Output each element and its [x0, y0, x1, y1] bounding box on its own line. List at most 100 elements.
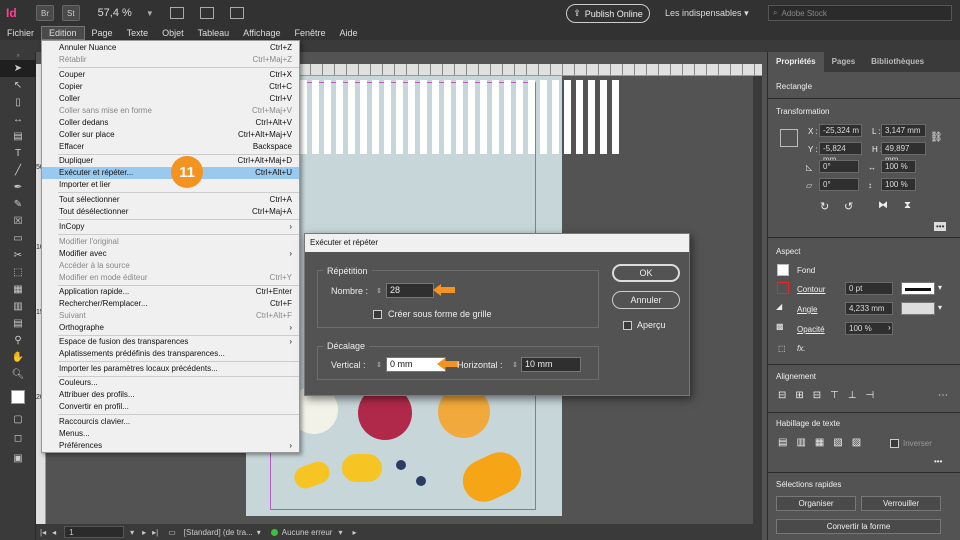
- more-options-icon[interactable]: •••: [934, 222, 947, 231]
- screen-mode-icon[interactable]: [199, 7, 214, 19]
- tab-pages[interactable]: Pages: [824, 52, 864, 72]
- angle-label[interactable]: Angle: [797, 305, 817, 314]
- preflight-dropdown-icon[interactable]: ▾: [338, 528, 342, 537]
- contour-label[interactable]: Contour: [797, 285, 825, 294]
- align-buttons-icon[interactable]: ⊟⊞⊟⊤⊥⊣: [778, 390, 883, 401]
- scissors-tool-icon[interactable]: ✂: [0, 247, 36, 264]
- flip-vertical-icon[interactable]: ⧗: [904, 200, 911, 211]
- pen-tool-icon[interactable]: ✒: [0, 179, 36, 196]
- gradient-feather-tool-icon[interactable]: ▥: [0, 298, 36, 315]
- menu-item-rechercher-remplacer[interactable]: Rechercher/Remplacer... Ctrl+F: [42, 298, 299, 310]
- fill-stroke-swatch-icon[interactable]: [0, 383, 36, 411]
- menu-item-coller-dedans[interactable]: Coller dedans Ctrl+Alt+V: [42, 117, 299, 129]
- opacity-label[interactable]: Opacité: [797, 325, 825, 334]
- horizontal-spinner-icon[interactable]: ⇕: [510, 357, 520, 372]
- rectangle-frame-tool-icon[interactable]: ☒: [0, 213, 36, 230]
- menu-item-espace-fusion[interactable]: Espace de fusion des transparences ›: [42, 336, 299, 348]
- next-page-icon[interactable]: ▸: [142, 528, 146, 537]
- y-field[interactable]: -5,824 mm: [819, 142, 862, 164]
- menu-item-effacer[interactable]: Effacer Backspace: [42, 141, 299, 153]
- hand-tool-icon[interactable]: ✋: [0, 349, 36, 366]
- rotate-cw-icon[interactable]: ↻: [820, 200, 829, 213]
- first-page-icon[interactable]: |◂: [40, 528, 46, 537]
- style-dropdown-icon[interactable]: ▾: [257, 528, 261, 537]
- grid-checkbox[interactable]: [373, 310, 382, 319]
- menu-item-importer-parametres[interactable]: Importer les paramètres locaux précédent…: [42, 363, 299, 375]
- opacity-menu-icon[interactable]: ›: [888, 323, 891, 332]
- zoom-tool-icon[interactable]: 🔍︎: [0, 366, 36, 383]
- workspace-switcher[interactable]: Les indispensables ▾: [665, 8, 749, 19]
- corner-size-field[interactable]: 4,233 mm: [845, 302, 893, 315]
- menu-texte[interactable]: Texte: [120, 26, 156, 40]
- width-field[interactable]: 3,147 mm: [881, 124, 926, 137]
- page-dropdown-icon[interactable]: ▾: [130, 528, 134, 537]
- menu-objet[interactable]: Objet: [155, 26, 191, 40]
- menu-fichier[interactable]: Fichier: [0, 26, 41, 40]
- content-collector-icon[interactable]: ▤: [0, 128, 36, 145]
- page-number-field[interactable]: 1: [64, 526, 125, 538]
- rotation-field[interactable]: 0°: [819, 160, 859, 173]
- pencil-tool-icon[interactable]: ✎: [0, 196, 36, 213]
- menu-item-raccourcis[interactable]: Raccourcis clavier...: [42, 416, 299, 428]
- stroke-swatch-icon[interactable]: [777, 282, 789, 294]
- tools-collapse-icon[interactable]: »: [0, 52, 36, 60]
- menu-item-annuler[interactable]: Annuler Nuance Ctrl+Z: [42, 42, 299, 54]
- menu-affichage[interactable]: Affichage: [236, 26, 287, 40]
- menu-item-modifier-avec[interactable]: Modifier avec ›: [42, 248, 299, 260]
- menu-item-importer-et-lier[interactable]: Importer et lier: [42, 179, 299, 191]
- rotate-ccw-icon[interactable]: ↺: [844, 200, 853, 213]
- vertical-scrollbar[interactable]: [753, 76, 762, 524]
- menu-item-attribuer-profils[interactable]: Attribuer des profils...: [42, 389, 299, 401]
- prev-page-icon[interactable]: ◂: [52, 528, 56, 537]
- menu-item-orthographe[interactable]: Orthographe ›: [42, 322, 299, 334]
- line-tool-icon[interactable]: ╱: [0, 162, 36, 179]
- x-field[interactable]: -25,324 m: [819, 124, 862, 137]
- stroke-type-preview[interactable]: [901, 282, 935, 295]
- stroke-weight-field[interactable]: 0 pt: [845, 282, 893, 295]
- height-field[interactable]: 49,897 mm: [881, 142, 926, 164]
- corner-type-preview[interactable]: [901, 302, 935, 315]
- fx-button[interactable]: fx.: [797, 344, 805, 353]
- nombre-input[interactable]: 28: [386, 283, 434, 298]
- wrap-more-icon[interactable]: •••: [934, 457, 942, 466]
- screen-mode-tool-icon[interactable]: ▣: [0, 448, 36, 468]
- adobe-stock-search[interactable]: ⌕ Adobe Stock: [768, 5, 952, 21]
- inverse-checkbox[interactable]: [890, 439, 899, 448]
- menu-item-couper[interactable]: Couper Ctrl+X: [42, 69, 299, 81]
- reference-point-icon[interactable]: [780, 129, 798, 147]
- verrouiller-button[interactable]: Verrouiller: [861, 496, 941, 511]
- eyedropper-tool-icon[interactable]: ⚲: [0, 332, 36, 349]
- arrange-documents-icon[interactable]: [229, 7, 244, 19]
- menu-edition[interactable]: Edition: [41, 26, 85, 40]
- constrain-proportions-icon[interactable]: ⛓: [930, 132, 943, 143]
- note-tool-icon[interactable]: ▤: [0, 315, 36, 332]
- menu-item-application-rapide[interactable]: Application rapide... Ctrl+Enter: [42, 286, 299, 298]
- stroke-type-dropdown-icon[interactable]: ▾: [938, 283, 942, 292]
- menu-item-preferences[interactable]: Préférences ›: [42, 440, 299, 452]
- view-options-icon[interactable]: [169, 7, 184, 19]
- preflight-status[interactable]: Aucune erreur: [282, 528, 333, 537]
- stock-button[interactable]: St: [62, 5, 80, 21]
- page-tool-icon[interactable]: ▯: [0, 94, 36, 111]
- last-page-icon[interactable]: ▸|: [152, 528, 158, 537]
- rectangle-tool-icon[interactable]: ▭: [0, 230, 36, 247]
- publish-online-button[interactable]: ⇪ Publish Online: [566, 4, 650, 23]
- text-wrap-buttons-icon[interactable]: ▤▥▦▧▨: [778, 437, 870, 448]
- style-status[interactable]: [Standard] (de tra...: [184, 528, 253, 537]
- menu-item-tout-selectionner[interactable]: Tout sélectionner Ctrl+A: [42, 194, 299, 206]
- menu-item-coller[interactable]: Coller Ctrl+V: [42, 93, 299, 105]
- convert-shape-button[interactable]: Convertir la forme: [776, 519, 941, 534]
- scale-y-field[interactable]: 100 %: [881, 178, 916, 191]
- organiser-button[interactable]: Organiser: [776, 496, 856, 511]
- frame-edges-icon[interactable]: ⬚: [778, 344, 786, 353]
- direct-selection-tool-icon[interactable]: ↖: [0, 77, 36, 94]
- zoom-dropdown-icon[interactable]: ▼: [146, 9, 154, 18]
- flip-horizontal-icon[interactable]: ⧓: [878, 200, 888, 211]
- menu-item-copier[interactable]: Copier Ctrl+C: [42, 81, 299, 93]
- view-mode-icon[interactable]: ◻: [0, 428, 36, 448]
- fill-swatch-icon[interactable]: [777, 264, 789, 276]
- corner-type-dropdown-icon[interactable]: ▾: [938, 303, 942, 312]
- zoom-level[interactable]: 57,4 %: [98, 7, 132, 19]
- menu-item-couleurs[interactable]: Couleurs...: [42, 377, 299, 389]
- shear-field[interactable]: 0°: [819, 178, 859, 191]
